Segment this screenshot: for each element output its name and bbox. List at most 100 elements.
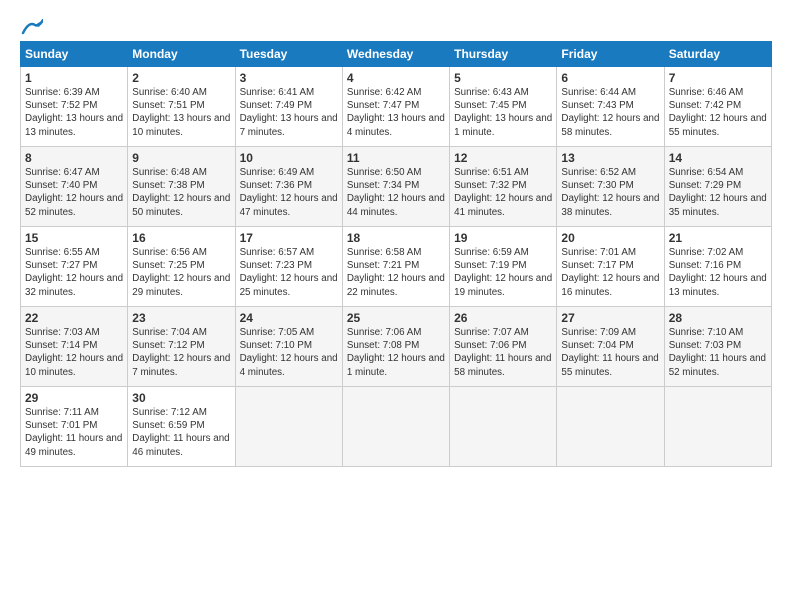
day-number: 9: [132, 151, 230, 165]
calendar-cell: 4 Sunrise: 6:42 AMSunset: 7:47 PMDayligh…: [342, 67, 449, 147]
week-row-1: 1 Sunrise: 6:39 AMSunset: 7:52 PMDayligh…: [21, 67, 772, 147]
day-info: Sunrise: 7:10 AMSunset: 7:03 PMDaylight:…: [669, 327, 766, 378]
calendar-cell: [664, 387, 771, 467]
day-info: Sunrise: 6:41 AMSunset: 7:49 PMDaylight:…: [240, 87, 338, 138]
calendar-cell: 11 Sunrise: 6:50 AMSunset: 7:34 PMDaylig…: [342, 147, 449, 227]
day-info: Sunrise: 6:55 AMSunset: 7:27 PMDaylight:…: [25, 247, 123, 298]
day-number: 8: [25, 151, 123, 165]
day-info: Sunrise: 7:11 AMSunset: 7:01 PMDaylight:…: [25, 407, 122, 458]
day-number: 11: [347, 151, 445, 165]
day-info: Sunrise: 6:48 AMSunset: 7:38 PMDaylight:…: [132, 167, 230, 218]
day-number: 20: [561, 231, 659, 245]
calendar-cell: 10 Sunrise: 6:49 AMSunset: 7:36 PMDaylig…: [235, 147, 342, 227]
day-number: 1: [25, 71, 123, 85]
day-number: 28: [669, 311, 767, 325]
day-info: Sunrise: 6:58 AMSunset: 7:21 PMDaylight:…: [347, 247, 445, 298]
calendar-cell: 15 Sunrise: 6:55 AMSunset: 7:27 PMDaylig…: [21, 227, 128, 307]
logo-bird-icon: [21, 19, 43, 35]
weekday-friday: Friday: [557, 42, 664, 67]
calendar-cell: 23 Sunrise: 7:04 AMSunset: 7:12 PMDaylig…: [128, 307, 235, 387]
day-number: 17: [240, 231, 338, 245]
calendar-cell: 9 Sunrise: 6:48 AMSunset: 7:38 PMDayligh…: [128, 147, 235, 227]
day-info: Sunrise: 6:42 AMSunset: 7:47 PMDaylight:…: [347, 87, 445, 138]
calendar-table: SundayMondayTuesdayWednesdayThursdayFrid…: [20, 41, 772, 467]
day-info: Sunrise: 6:40 AMSunset: 7:51 PMDaylight:…: [132, 87, 230, 138]
day-number: 16: [132, 231, 230, 245]
calendar-cell: 14 Sunrise: 6:54 AMSunset: 7:29 PMDaylig…: [664, 147, 771, 227]
day-info: Sunrise: 6:47 AMSunset: 7:40 PMDaylight:…: [25, 167, 123, 218]
day-info: Sunrise: 6:46 AMSunset: 7:42 PMDaylight:…: [669, 87, 767, 138]
calendar-cell: 24 Sunrise: 7:05 AMSunset: 7:10 PMDaylig…: [235, 307, 342, 387]
day-number: 24: [240, 311, 338, 325]
day-info: Sunrise: 7:02 AMSunset: 7:16 PMDaylight:…: [669, 247, 767, 298]
calendar-cell: 7 Sunrise: 6:46 AMSunset: 7:42 PMDayligh…: [664, 67, 771, 147]
day-number: 4: [347, 71, 445, 85]
calendar-cell: 6 Sunrise: 6:44 AMSunset: 7:43 PMDayligh…: [557, 67, 664, 147]
logo: [20, 18, 43, 33]
day-info: Sunrise: 7:04 AMSunset: 7:12 PMDaylight:…: [132, 327, 230, 378]
calendar-cell: [557, 387, 664, 467]
day-number: 2: [132, 71, 230, 85]
calendar-cell: [450, 387, 557, 467]
calendar-cell: 1 Sunrise: 6:39 AMSunset: 7:52 PMDayligh…: [21, 67, 128, 147]
day-number: 29: [25, 391, 123, 405]
day-number: 13: [561, 151, 659, 165]
week-row-3: 15 Sunrise: 6:55 AMSunset: 7:27 PMDaylig…: [21, 227, 772, 307]
weekday-saturday: Saturday: [664, 42, 771, 67]
weekday-sunday: Sunday: [21, 42, 128, 67]
day-number: 30: [132, 391, 230, 405]
day-number: 3: [240, 71, 338, 85]
day-info: Sunrise: 6:56 AMSunset: 7:25 PMDaylight:…: [132, 247, 230, 298]
calendar-cell: 25 Sunrise: 7:06 AMSunset: 7:08 PMDaylig…: [342, 307, 449, 387]
day-info: Sunrise: 7:05 AMSunset: 7:10 PMDaylight:…: [240, 327, 338, 378]
day-number: 22: [25, 311, 123, 325]
calendar-cell: 20 Sunrise: 7:01 AMSunset: 7:17 PMDaylig…: [557, 227, 664, 307]
header: [20, 18, 772, 33]
calendar-cell: 26 Sunrise: 7:07 AMSunset: 7:06 PMDaylig…: [450, 307, 557, 387]
day-info: Sunrise: 6:44 AMSunset: 7:43 PMDaylight:…: [561, 87, 659, 138]
weekday-header-row: SundayMondayTuesdayWednesdayThursdayFrid…: [21, 42, 772, 67]
day-number: 19: [454, 231, 552, 245]
calendar-cell: [235, 387, 342, 467]
day-number: 25: [347, 311, 445, 325]
day-number: 27: [561, 311, 659, 325]
day-info: Sunrise: 7:01 AMSunset: 7:17 PMDaylight:…: [561, 247, 659, 298]
day-info: Sunrise: 6:52 AMSunset: 7:30 PMDaylight:…: [561, 167, 659, 218]
calendar-cell: 30 Sunrise: 7:12 AMSunset: 6:59 PMDaylig…: [128, 387, 235, 467]
day-number: 6: [561, 71, 659, 85]
day-info: Sunrise: 7:12 AMSunset: 6:59 PMDaylight:…: [132, 407, 229, 458]
day-number: 21: [669, 231, 767, 245]
day-info: Sunrise: 6:57 AMSunset: 7:23 PMDaylight:…: [240, 247, 338, 298]
week-row-5: 29 Sunrise: 7:11 AMSunset: 7:01 PMDaylig…: [21, 387, 772, 467]
calendar-cell: 17 Sunrise: 6:57 AMSunset: 7:23 PMDaylig…: [235, 227, 342, 307]
day-info: Sunrise: 7:06 AMSunset: 7:08 PMDaylight:…: [347, 327, 445, 378]
day-info: Sunrise: 7:07 AMSunset: 7:06 PMDaylight:…: [454, 327, 551, 378]
weekday-monday: Monday: [128, 42, 235, 67]
day-info: Sunrise: 6:39 AMSunset: 7:52 PMDaylight:…: [25, 87, 123, 138]
calendar-cell: 2 Sunrise: 6:40 AMSunset: 7:51 PMDayligh…: [128, 67, 235, 147]
day-number: 5: [454, 71, 552, 85]
weekday-thursday: Thursday: [450, 42, 557, 67]
day-info: Sunrise: 6:49 AMSunset: 7:36 PMDaylight:…: [240, 167, 338, 218]
calendar-cell: 29 Sunrise: 7:11 AMSunset: 7:01 PMDaylig…: [21, 387, 128, 467]
calendar-cell: 19 Sunrise: 6:59 AMSunset: 7:19 PMDaylig…: [450, 227, 557, 307]
day-number: 12: [454, 151, 552, 165]
day-info: Sunrise: 6:59 AMSunset: 7:19 PMDaylight:…: [454, 247, 552, 298]
day-number: 26: [454, 311, 552, 325]
day-info: Sunrise: 7:03 AMSunset: 7:14 PMDaylight:…: [25, 327, 123, 378]
calendar-page: SundayMondayTuesdayWednesdayThursdayFrid…: [0, 0, 792, 612]
day-number: 23: [132, 311, 230, 325]
day-number: 18: [347, 231, 445, 245]
week-row-2: 8 Sunrise: 6:47 AMSunset: 7:40 PMDayligh…: [21, 147, 772, 227]
day-info: Sunrise: 6:51 AMSunset: 7:32 PMDaylight:…: [454, 167, 552, 218]
day-number: 14: [669, 151, 767, 165]
calendar-cell: 3 Sunrise: 6:41 AMSunset: 7:49 PMDayligh…: [235, 67, 342, 147]
calendar-cell: 16 Sunrise: 6:56 AMSunset: 7:25 PMDaylig…: [128, 227, 235, 307]
calendar-cell: [342, 387, 449, 467]
calendar-cell: 22 Sunrise: 7:03 AMSunset: 7:14 PMDaylig…: [21, 307, 128, 387]
day-number: 7: [669, 71, 767, 85]
day-info: Sunrise: 6:43 AMSunset: 7:45 PMDaylight:…: [454, 87, 552, 138]
calendar-cell: 21 Sunrise: 7:02 AMSunset: 7:16 PMDaylig…: [664, 227, 771, 307]
calendar-cell: 8 Sunrise: 6:47 AMSunset: 7:40 PMDayligh…: [21, 147, 128, 227]
day-info: Sunrise: 7:09 AMSunset: 7:04 PMDaylight:…: [561, 327, 658, 378]
